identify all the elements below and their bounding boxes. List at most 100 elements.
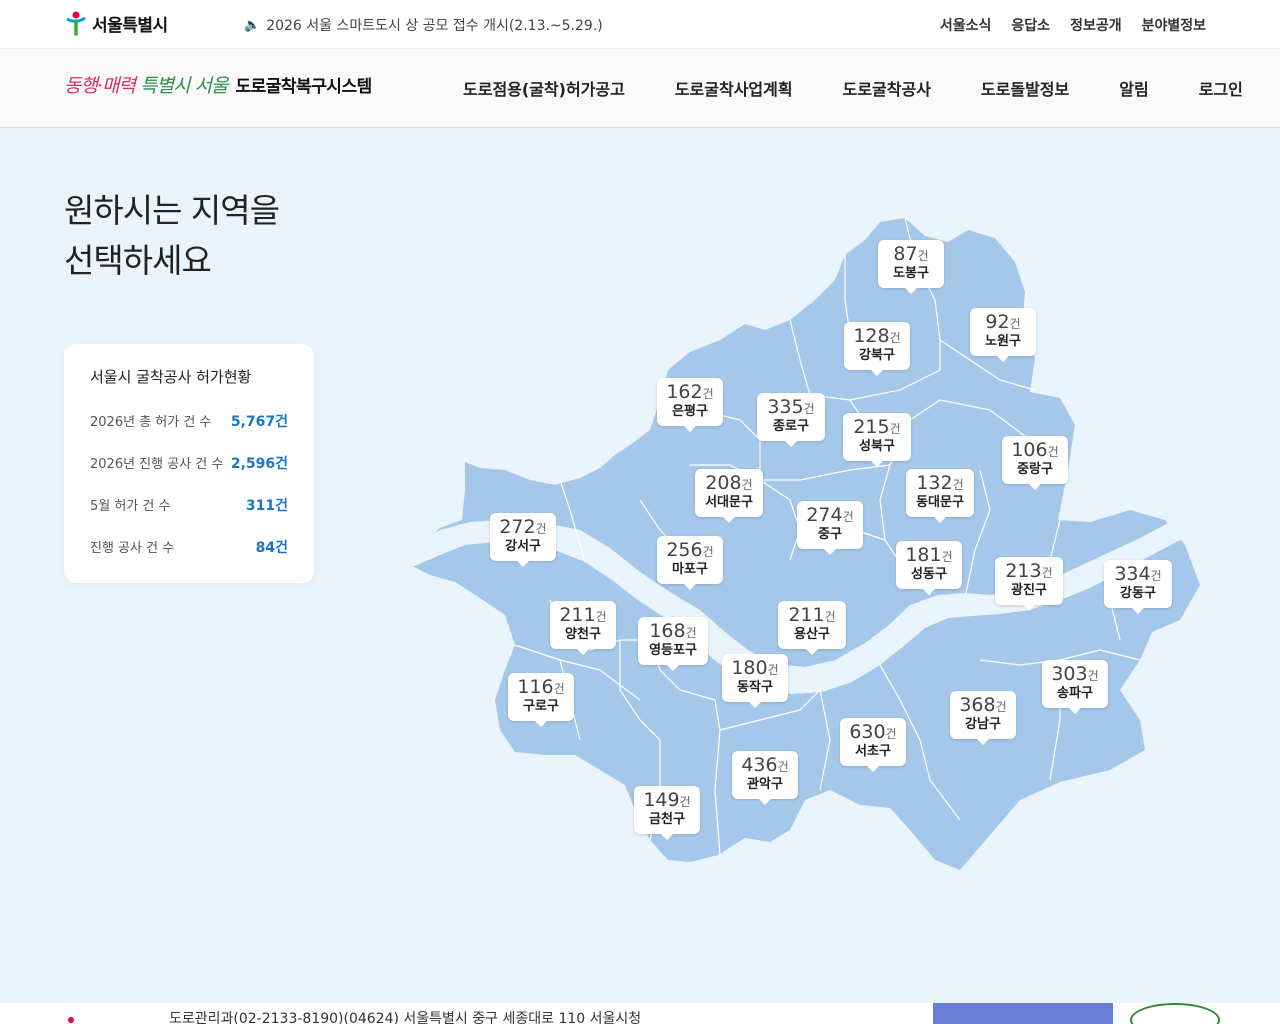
district-pin-mapo[interactable]: 256건 마포구 <box>657 536 723 590</box>
district-count: 106 <box>1011 439 1048 461</box>
footer-banner[interactable] <box>933 1003 1113 1024</box>
slogan-green: 특별시 서울 <box>140 75 228 97</box>
district-name: 동대문구 <box>916 495 964 510</box>
district-name: 강동구 <box>1120 586 1156 601</box>
district-pin-dongdaemun[interactable]: 132건 동대문구 <box>906 469 974 523</box>
notice-ticker[interactable]: 🔈 2026 서울 스마트도시 상 공모 접수 개시(2.13.~5.29.) <box>244 15 603 35</box>
toplink-info-disclosure[interactable]: 정보공개 <box>1070 15 1122 35</box>
district-count: 116 <box>517 676 554 698</box>
district-count: 149 <box>643 789 680 811</box>
toplink-seoul-news[interactable]: 서울소식 <box>940 15 992 35</box>
district-name: 강북구 <box>859 348 895 363</box>
main-menu: 도로점용(굴착)허가공고 도로굴착사업계획 도로굴착공사 도로돌발정보 알림 로… <box>463 76 1243 100</box>
district-pin-yongsan[interactable]: 211건 용산구 <box>778 601 846 655</box>
district-pin-geumcheon[interactable]: 149건금천구 <box>634 786 700 840</box>
count-unit: 건 <box>889 422 901 436</box>
district-pin-yangcheon[interactable]: 211건 양천구 <box>550 601 616 655</box>
toplink-field-info[interactable]: 분야별정보 <box>1142 15 1206 35</box>
district-name: 중구 <box>818 527 842 542</box>
seoul-logo[interactable]: 서울특별시 <box>64 10 168 36</box>
menu-login[interactable]: 로그인 <box>1199 76 1243 100</box>
district-name: 서대문구 <box>705 495 753 510</box>
district-pin-eunpyeong[interactable]: 162건 은평구 <box>657 378 723 432</box>
stats-card-title: 서울시 굴착공사 허가현황 <box>90 368 252 386</box>
menu-notice[interactable]: 알림 <box>1119 76 1148 100</box>
district-pin-seocho[interactable]: 630건 서초구 <box>840 718 906 772</box>
district-pin-gwangjin[interactable]: 213건 광진구 <box>995 557 1063 611</box>
count-unit: 건 <box>842 510 854 524</box>
top-utility-bar: 서울특별시 🔈 2026 서울 스마트도시 상 공모 접수 개시(2.13.~5… <box>0 0 1280 49</box>
count-unit: 건 <box>941 550 953 564</box>
menu-excavation-plan[interactable]: 도로굴착사업계획 <box>675 76 793 100</box>
district-count: 334 <box>1114 563 1151 585</box>
notice-text[interactable]: 2026 서울 스마트도시 상 공모 접수 개시(2.13.~5.29.) <box>266 15 603 35</box>
count-unit: 건 <box>803 402 815 416</box>
district-pin-yeongdeungpo[interactable]: 168건 영등포구 <box>638 617 708 671</box>
count-unit: 건 <box>824 610 836 624</box>
district-name: 동작구 <box>737 680 773 695</box>
stat-value: 2,596건 <box>230 456 288 472</box>
district-name: 중랑구 <box>1017 462 1053 477</box>
district-name: 성동구 <box>911 567 947 582</box>
district-pin-nowon[interactable]: 92건 노원구 <box>970 308 1036 362</box>
district-count: 162 <box>666 381 703 403</box>
district-name: 노원구 <box>985 334 1021 349</box>
toplink-eungdapso[interactable]: 응답소 <box>1011 15 1050 35</box>
menu-road-incident[interactable]: 도로돌발정보 <box>981 76 1069 100</box>
count-unit: 건 <box>535 522 547 536</box>
district-name: 영등포구 <box>649 643 697 658</box>
district-pin-seodaemun[interactable]: 208건 서대문구 <box>695 469 763 523</box>
stat-label: 2026년 진행 공사 건 수 <box>90 457 224 472</box>
district-pin-gangbuk[interactable]: 128건 강북구 <box>844 322 910 376</box>
seoul-logo-icon <box>66 11 86 36</box>
count-unit: 건 <box>1087 669 1099 683</box>
count-unit: 건 <box>777 760 789 774</box>
count-unit: 건 <box>679 795 691 809</box>
count-unit: 건 <box>702 545 714 559</box>
district-count: 128 <box>853 325 890 347</box>
district-name: 종로구 <box>773 419 809 434</box>
district-pin-dongjak[interactable]: 180건 동작구 <box>722 654 788 708</box>
district-pin-jongno[interactable]: 335건 종로구 <box>757 393 825 447</box>
count-unit: 건 <box>1047 445 1059 459</box>
stat-row-ongoing: 진행 공사 건 수 84건 <box>90 537 288 557</box>
stat-value: 311건 <box>245 498 288 514</box>
district-count: 630 <box>849 721 886 743</box>
stat-value: 5,767건 <box>230 414 288 430</box>
district-pin-gangnam[interactable]: 368건 강남구 <box>950 691 1016 745</box>
district-count: 181 <box>905 544 942 566</box>
count-unit: 건 <box>702 387 714 401</box>
count-unit: 건 <box>595 610 607 624</box>
district-pin-songpa[interactable]: 303건 송파구 <box>1042 660 1108 714</box>
system-name: 도로굴착복구시스템 <box>235 77 372 97</box>
district-name: 성북구 <box>859 439 895 454</box>
district-pin-gangdong[interactable]: 334건강동구 <box>1104 560 1172 614</box>
hero-title-line2: 선택하세요 <box>64 241 212 280</box>
district-pin-jung[interactable]: 274건 중구 <box>797 501 863 555</box>
district-pin-dobong[interactable]: 87건 도봉구 <box>878 240 944 294</box>
district-pin-guro[interactable]: 116건 구로구 <box>508 673 574 727</box>
top-links: 서울소식 응답소 정보공개 분야별정보 <box>940 15 1206 35</box>
footer-address: 도로관리과(02-2133-8190)(04624) 서울특별시 중구 세종대로… <box>169 1011 642 1024</box>
main-nav-bar: 동행·매력 특별시 서울 도로굴착복구시스템 도로점용(굴착)허가공고 도로굴착… <box>0 49 1280 128</box>
district-count: 274 <box>806 504 843 526</box>
district-pin-gwanak[interactable]: 436건 관악구 <box>732 751 798 805</box>
stat-label: 2026년 총 허가 건 수 <box>90 415 212 430</box>
stat-value: 84건 <box>255 540 288 556</box>
district-count: 215 <box>853 416 890 438</box>
menu-permit-notice[interactable]: 도로점용(굴착)허가공고 <box>463 76 625 100</box>
district-count: 208 <box>705 472 742 494</box>
district-name: 광진구 <box>1011 583 1047 598</box>
city-slogan: 동행·매력 특별시 서울 <box>64 71 228 98</box>
district-pin-jungnang[interactable]: 106건중랑구 <box>1002 436 1068 490</box>
speaker-icon: 🔈 <box>244 17 261 33</box>
count-unit: 건 <box>1150 569 1162 583</box>
system-brand[interactable]: 동행·매력 특별시 서울 도로굴착복구시스템 <box>64 71 372 98</box>
district-name: 마포구 <box>672 562 708 577</box>
district-pin-seongdong[interactable]: 181건성동구 <box>896 541 962 595</box>
district-pin-seongbuk[interactable]: 215건성북구 <box>843 413 911 467</box>
district-pin-gangseo[interactable]: 272건 강서구 <box>490 513 556 567</box>
count-unit: 건 <box>1041 566 1053 580</box>
district-name: 금천구 <box>649 812 685 827</box>
menu-excavation-work[interactable]: 도로굴착공사 <box>843 76 931 100</box>
